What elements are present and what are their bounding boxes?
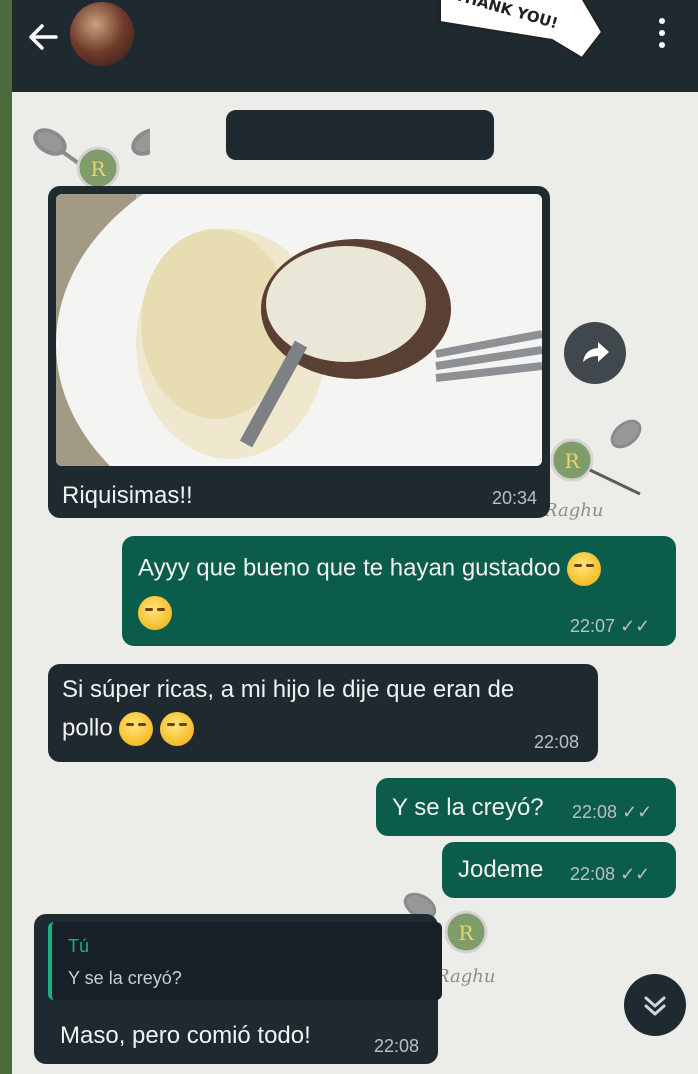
back-button[interactable] [26, 20, 66, 54]
message-time: 22:07 [570, 616, 616, 636]
logo-letter: R [458, 921, 474, 945]
forward-icon [583, 342, 609, 362]
message-time: 22:08 [534, 732, 580, 752]
message-time: 22:08 [572, 802, 618, 822]
quoted-message[interactable]: Tú Y se la creyó? [48, 922, 442, 1000]
thank-you-sticker: THANK YOU! [439, 0, 604, 60]
hugging-face-emoji [160, 712, 195, 746]
redacted-date-pill [226, 110, 494, 160]
message-text: pollo [62, 714, 113, 742]
contact-avatar[interactable] [70, 2, 134, 66]
incoming-message[interactable]: Si súper ricas, a mi hijo le dije que er… [48, 664, 598, 762]
outgoing-message[interactable]: Ayyy que bueno que te hayan gustadoo 22:… [122, 536, 676, 646]
message-time: 22:08 [570, 864, 616, 884]
forward-button[interactable] [564, 322, 626, 384]
hugging-face-emoji [119, 712, 154, 746]
more-vert-icon[interactable] [652, 18, 672, 58]
double-chevron-down-icon [644, 996, 666, 1016]
double-check-icon: ✓✓ [620, 864, 651, 884]
image-caption: Riquisimas!! [62, 482, 193, 509]
chat-screen: R R Raghu R Raghu THANK YOU! Riquisimas!… [12, 0, 698, 1074]
watermark-brand: Raghu [435, 966, 495, 987]
raghu-logo-watermark: R Raghu [543, 419, 642, 521]
logo-letter: R [90, 157, 106, 181]
watermark-brand: Raghu [543, 500, 603, 521]
chat-header: THANK YOU! [12, 0, 698, 92]
message-time: 22:08 [374, 1036, 420, 1056]
incoming-reply-message[interactable]: Tú Y se la creyó? Maso, pero comió todo!… [34, 914, 442, 1064]
message-text: Maso, pero comió todo! [60, 1022, 311, 1049]
food-photo[interactable] [56, 194, 542, 466]
smiling-face-emoji [138, 596, 172, 630]
quote-author: Tú [68, 936, 90, 956]
message-time: 20:34 [492, 488, 538, 508]
message-text: Y se la creyó? [392, 794, 544, 821]
outgoing-message[interactable]: Y se la creyó? 22:08 ✓✓ [376, 778, 676, 836]
double-check-icon: ✓✓ [622, 802, 653, 822]
outgoing-message[interactable]: Jodeme 22:08 ✓✓ [442, 842, 676, 898]
message-text: Ayyy que bueno que te hayan gustadoo [138, 554, 561, 582]
scroll-to-bottom-button[interactable] [624, 974, 686, 1036]
smiling-face-emoji [567, 552, 602, 586]
incoming-image-message[interactable]: Riquisimas!! 20:34 [48, 186, 550, 518]
message-text: Si súper ricas, a mi hijo le dije que er… [62, 676, 515, 703]
arrow-left-icon [29, 24, 58, 50]
quote-text: Y se la creyó? [68, 968, 182, 988]
double-check-icon: ✓✓ [620, 616, 651, 636]
logo-letter: R [564, 449, 580, 473]
message-text: Jodeme [458, 856, 544, 883]
